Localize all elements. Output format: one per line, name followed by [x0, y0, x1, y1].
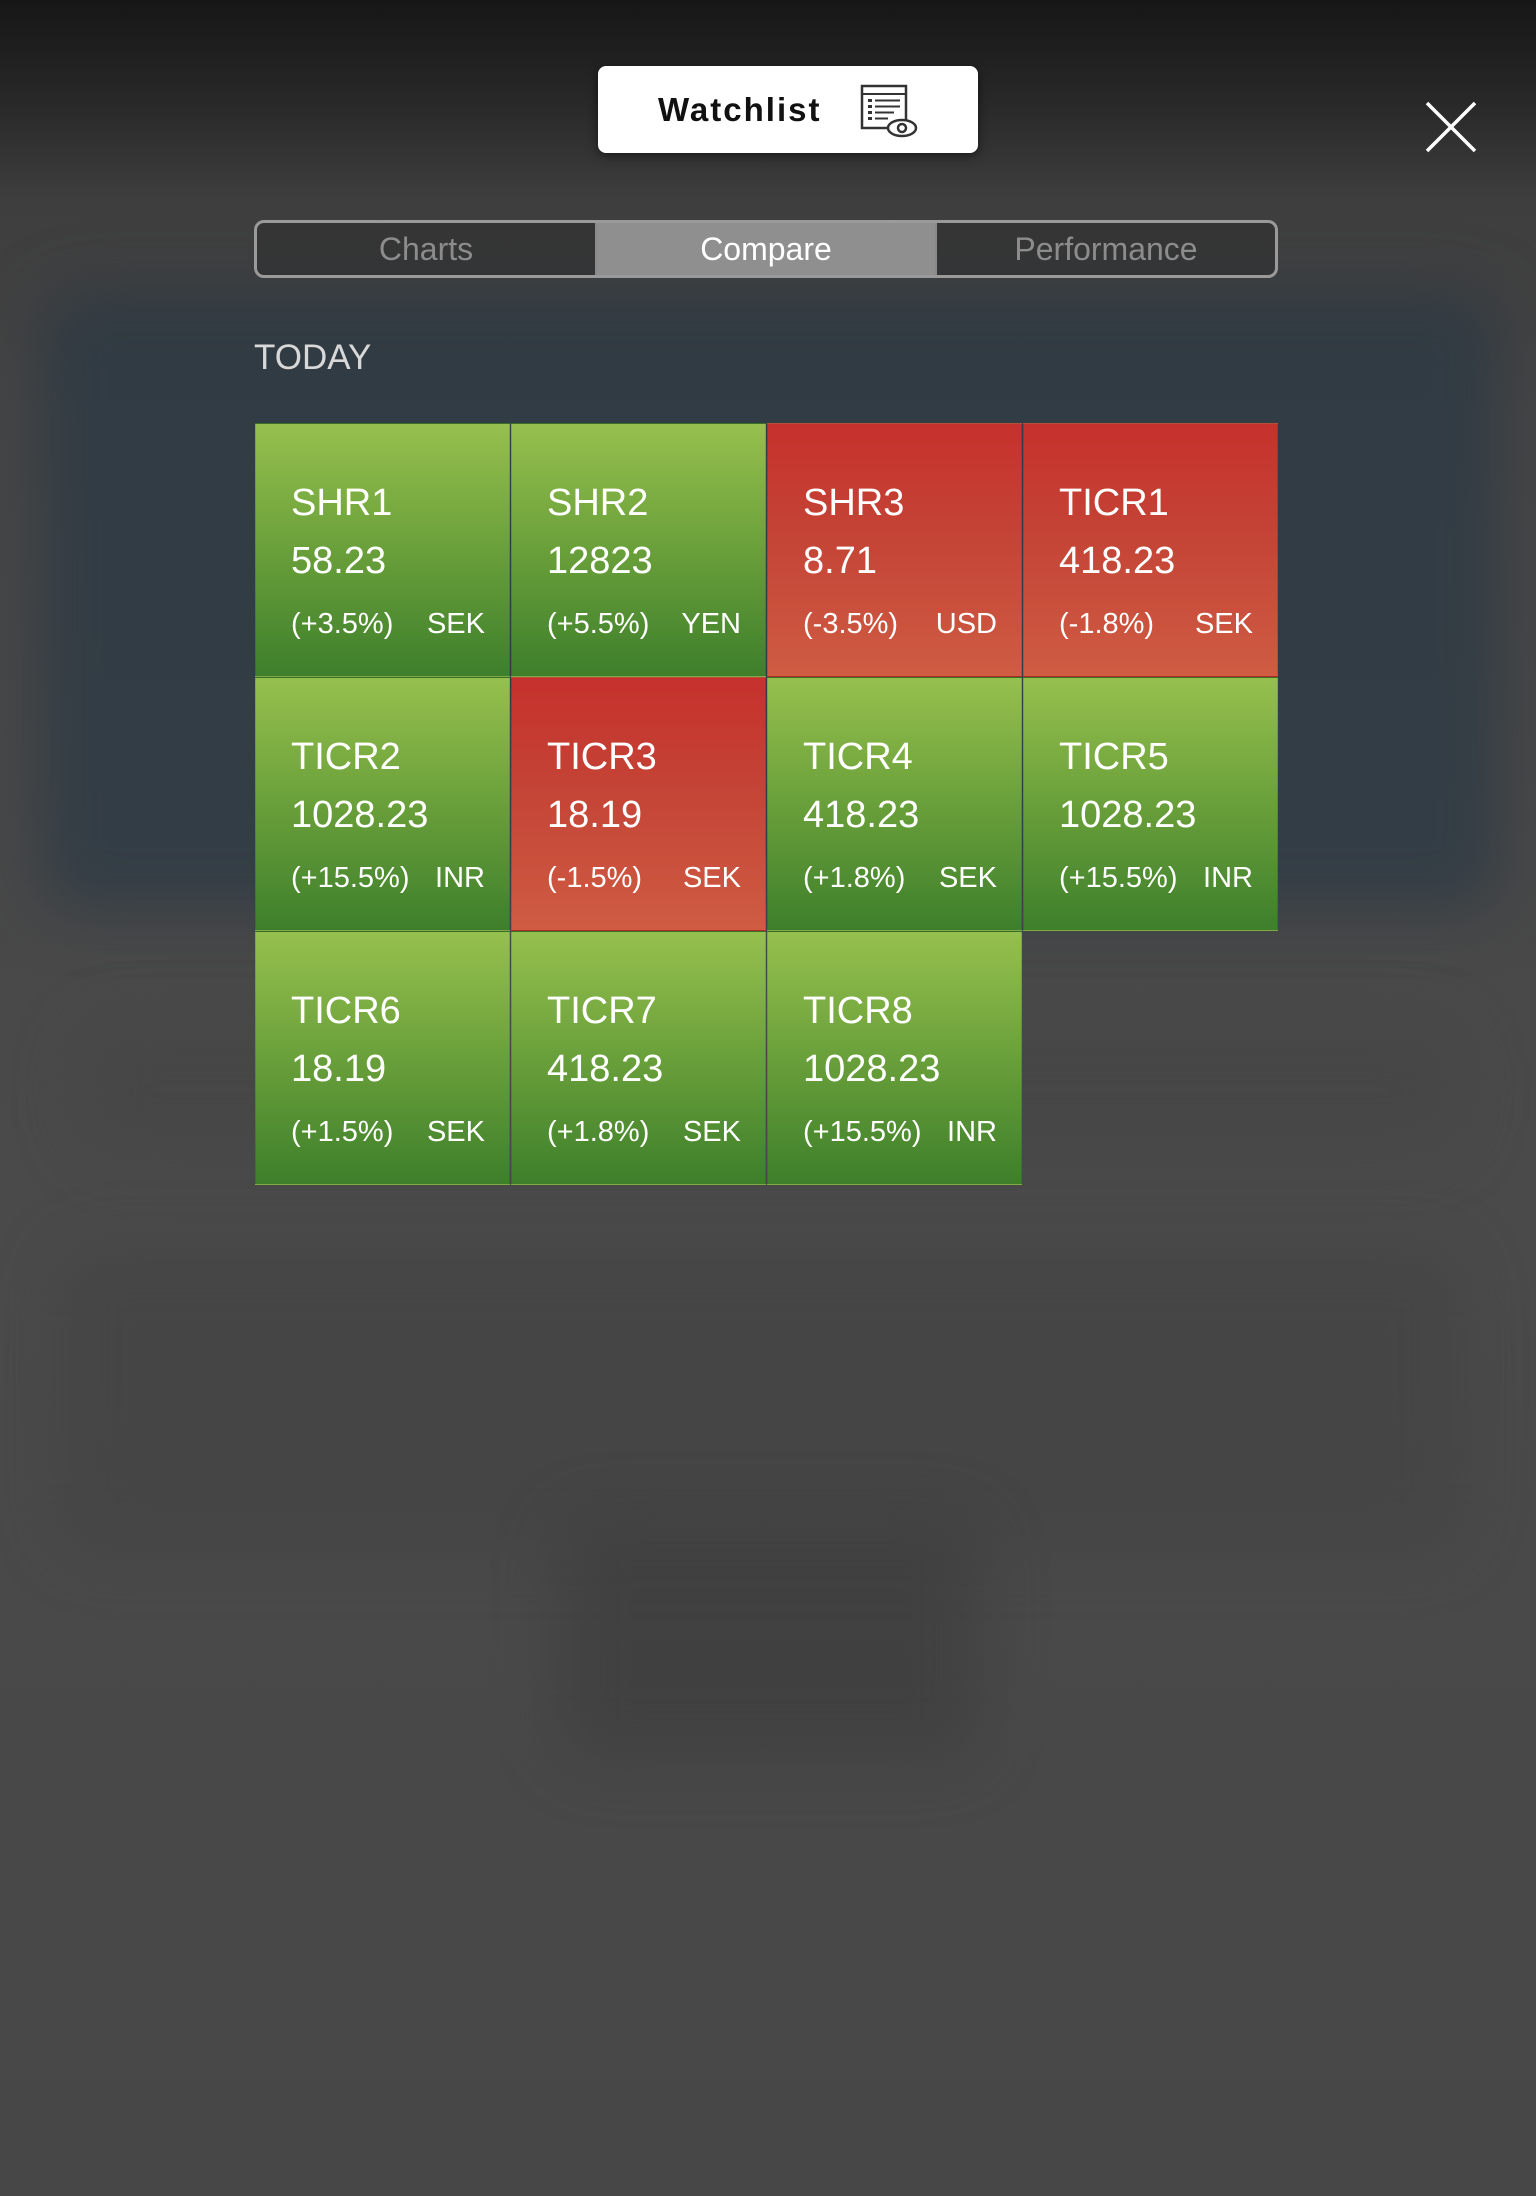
tile-price: 58.23 [291, 540, 387, 582]
tile-symbol: SHR2 [547, 482, 649, 524]
tile-symbol: TICR1 [1059, 482, 1169, 524]
stock-tile[interactable]: TICR4 418.23 (+1.8%) SEK [767, 677, 1022, 931]
tile-symbol: TICR3 [547, 736, 657, 778]
watchlist-eye-icon [860, 84, 918, 138]
tile-symbol: SHR1 [291, 482, 393, 524]
tile-change: (-3.5%) [803, 608, 899, 640]
tile-currency: INR [947, 1116, 997, 1148]
tile-symbol: TICR2 [291, 736, 401, 778]
background-blur-panel [560, 1520, 980, 1760]
stock-tile[interactable]: TICR1 418.23 (-1.8%) SEK [1023, 423, 1278, 677]
watchlist-label: Watchlist [658, 90, 822, 128]
close-icon[interactable] [1424, 100, 1478, 154]
tile-change: (+5.5%) [547, 608, 650, 640]
stock-tile[interactable]: SHR3 8.71 (-3.5%) USD [767, 423, 1022, 677]
tile-symbol: TICR8 [803, 990, 913, 1032]
tile-symbol: TICR4 [803, 736, 913, 778]
tile-currency: SEK [938, 862, 997, 894]
tile-change: (+3.5%) [291, 608, 394, 640]
section-title: TODAY [254, 338, 372, 377]
tile-price: 1028.23 [1059, 794, 1197, 836]
tile-change: (+15.5%) [1059, 862, 1178, 894]
tile-currency: SEK [1194, 608, 1253, 640]
tab-performance[interactable]: Performance [935, 223, 1275, 275]
tile-change: (-1.8%) [1059, 608, 1155, 640]
tile-currency: SEK [682, 1116, 741, 1148]
stock-tile[interactable]: SHR1 58.23 (+3.5%) SEK [255, 423, 510, 677]
tile-change: (+15.5%) [803, 1116, 922, 1148]
tile-symbol: TICR7 [547, 990, 657, 1032]
stock-tile[interactable]: TICR6 18.19 (+1.5%) SEK [255, 931, 510, 1185]
tile-currency: INR [435, 862, 485, 894]
tile-price: 418.23 [1059, 540, 1176, 582]
tile-price: 18.19 [547, 794, 643, 836]
tile-change: (+1.8%) [547, 1116, 650, 1148]
tile-change: (+1.5%) [291, 1116, 394, 1148]
tile-currency: YEN [681, 608, 741, 640]
stock-tile[interactable]: TICR3 18.19 (-1.5%) SEK [511, 677, 766, 931]
tile-price: 8.71 [803, 540, 877, 582]
tile-symbol: TICR5 [1059, 736, 1169, 778]
view-segmented-control: Charts Compare Performance [254, 220, 1278, 278]
tile-price: 1028.23 [291, 794, 429, 836]
tile-currency: SEK [682, 862, 741, 894]
tile-currency: USD [935, 608, 997, 640]
stock-tile[interactable]: SHR2 12823 (+5.5%) YEN [511, 423, 766, 677]
stock-tile[interactable]: TICR2 1028.23 (+15.5%) INR [255, 677, 510, 931]
tile-price: 1028.23 [803, 1048, 941, 1090]
tile-symbol: SHR3 [803, 482, 905, 524]
stock-tile[interactable]: TICR8 1028.23 (+15.5%) INR [767, 931, 1022, 1185]
tile-currency: INR [1203, 862, 1253, 894]
tile-currency: SEK [426, 608, 485, 640]
background-blur-panel [60, 1250, 1460, 1550]
watchlist-button[interactable]: Watchlist [598, 66, 978, 153]
tile-currency: SEK [426, 1116, 485, 1148]
tile-price: 12823 [547, 540, 653, 582]
tile-change: (+1.8%) [803, 862, 906, 894]
tile-price: 418.23 [803, 794, 920, 836]
tile-change: (+15.5%) [291, 862, 410, 894]
tab-compare[interactable]: Compare [595, 223, 935, 275]
stock-tile[interactable]: TICR7 418.23 (+1.8%) SEK [511, 931, 766, 1185]
tile-price: 418.23 [547, 1048, 664, 1090]
tile-price: 18.19 [291, 1048, 387, 1090]
tile-symbol: TICR6 [291, 990, 401, 1032]
compare-heatmap: SHR1 58.23 (+3.5%) SEK SHR2 12823 (+5.5%) YEN SH… [255, 423, 1279, 1187]
stock-tile[interactable]: TICR5 1028.23 (+15.5%) INR [1023, 677, 1278, 931]
tab-charts[interactable]: Charts [257, 223, 595, 275]
tile-change: (-1.5%) [547, 862, 643, 894]
